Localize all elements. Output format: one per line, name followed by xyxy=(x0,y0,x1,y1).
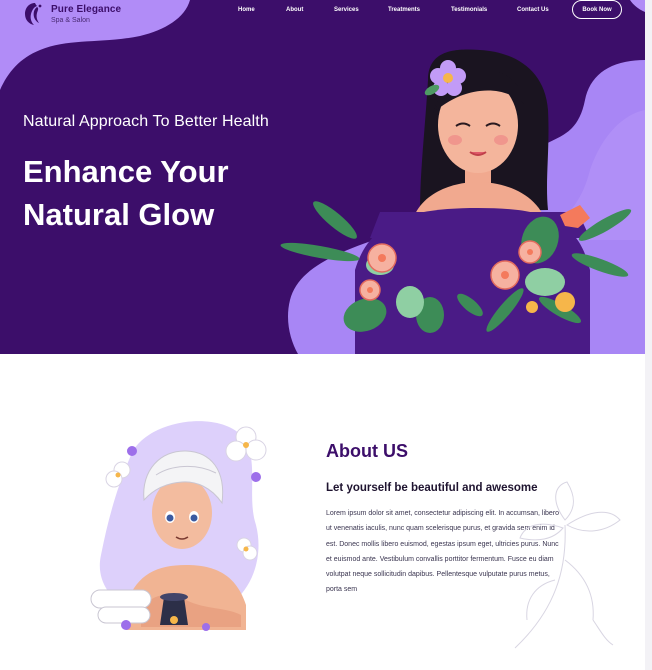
hero-title: Enhance Your Natural Glow xyxy=(23,150,229,236)
hero-title-line2: Natural Glow xyxy=(23,197,215,232)
about-heading: About US xyxy=(326,441,408,461)
hero-title-line1: Enhance Your xyxy=(23,154,229,189)
hero-section: Pure Elegance Spa & Salon Home About Ser… xyxy=(0,0,645,354)
book-now-button[interactable]: Book Now xyxy=(572,0,622,19)
woman-with-flowers-illustration xyxy=(280,49,632,354)
nav-links: Home About Services Treatments Testimoni… xyxy=(0,7,645,19)
hero-tagline: Natural Approach To Better Health xyxy=(23,113,269,130)
flower-sketch-decoration xyxy=(514,481,621,649)
spa-woman-towel-illustration xyxy=(90,421,267,631)
nav-link-services[interactable]: Services xyxy=(334,7,359,13)
nav-link-about[interactable]: About xyxy=(286,7,303,13)
page-scrollbar-track[interactable] xyxy=(645,0,652,670)
nav-link-testimonials[interactable]: Testimonials xyxy=(451,7,487,13)
nav-link-contact[interactable]: Contact Us xyxy=(517,7,549,13)
nav-link-home[interactable]: Home xyxy=(238,7,255,13)
top-navigation: Pure Elegance Spa & Salon Home About Ser… xyxy=(0,0,645,30)
nav-link-treatments[interactable]: Treatments xyxy=(388,7,420,13)
